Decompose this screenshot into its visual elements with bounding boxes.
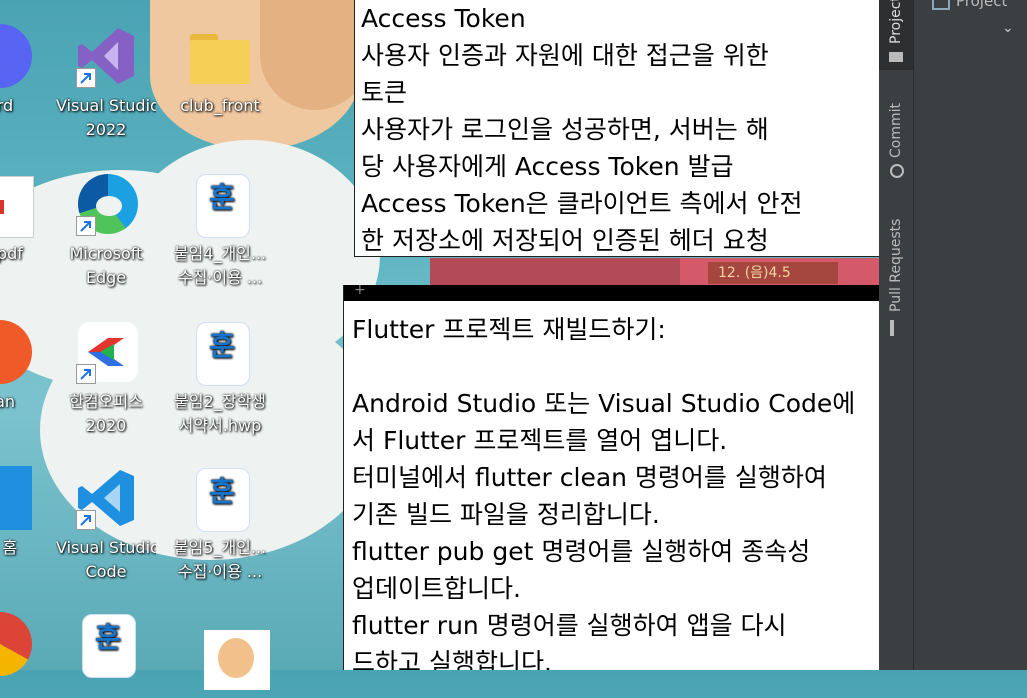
- shortcut-arrow-icon: [76, 364, 96, 384]
- desktop-icon-hwp-bottom[interactable]: 훈: [56, 612, 156, 682]
- tab-commit[interactable]: Commit: [879, 96, 913, 186]
- desktop-icon-hwp-5[interactable]: 훈 붙임5_개인... 수집·이용 ...: [170, 466, 270, 584]
- note-line: 토큰: [361, 78, 408, 107]
- note-title-bar[interactable]: +: [344, 285, 885, 301]
- desktop-icon-label: nan: [0, 392, 16, 411]
- desktop-icon-label: 불.pdf: [0, 244, 23, 263]
- desktop-icon-label-2: 2022: [85, 120, 127, 139]
- note-line: [352, 348, 885, 385]
- desktop-icon-label: club_front: [180, 96, 260, 115]
- tab-commit-label: Commit: [888, 103, 904, 158]
- desktop-icon-visual-studio[interactable]: Visual Studio 2022: [56, 24, 156, 142]
- desktop-icon-label: 붙임2_장학생: [174, 392, 266, 411]
- desktop-icon-hwp-2[interactable]: 훈 붙임2_장학생 서약서.hwp: [170, 320, 270, 438]
- app-icon: [0, 466, 32, 530]
- pull-request-icon: [890, 320, 894, 336]
- desktop-icon-pdf[interactable]: 불.pdf: [0, 172, 50, 266]
- project-icon: [932, 0, 950, 10]
- project-pane: Project ⌄: [914, 0, 1027, 670]
- sticky-note-flutter[interactable]: + Flutter 프로젝트 재빌드하기: Android Studio 또는 …: [343, 285, 885, 670]
- commit-icon: [890, 164, 904, 178]
- discord-icon: [0, 24, 32, 88]
- desktop-icon-label-2: 서약서.hwp: [178, 416, 262, 435]
- tab-pull-requests[interactable]: Pull Requests: [879, 212, 913, 342]
- hwp-icon: 훈: [188, 466, 252, 532]
- note-line: 한 저장소에 저장되어 인증된 헤더 요청: [361, 226, 769, 255]
- chevron-down-icon[interactable]: ⌄: [1002, 20, 1014, 36]
- desktop-icon-label: 붙임4_개인...: [173, 244, 267, 263]
- note-line: 사용자가 로그인을 성공하면, 서버는 해: [361, 115, 769, 144]
- desktop-icon-label: ord: [0, 96, 14, 115]
- wallpaper-badge: 12. (음)4.5: [708, 262, 838, 284]
- pdf-icon: [0, 172, 34, 238]
- note-line: Flutter 프로젝트 재빌드하기:: [352, 315, 666, 344]
- hwp-icon: 훈: [188, 172, 252, 238]
- desktop-icon-label: Visual Studio: [56, 538, 156, 557]
- desktop-icon-edge[interactable]: Microsoft Edge: [56, 172, 156, 290]
- note-line: 기존 빌드 파일을 정리합니다.: [352, 500, 660, 529]
- visual-studio-icon: [74, 24, 138, 88]
- chrome-icon: [0, 612, 32, 676]
- note-line: Access Token: [361, 4, 526, 33]
- note-line: 드하고 실행합니다.: [352, 648, 552, 670]
- desktop-icon-chrome[interactable]: [0, 612, 50, 682]
- desktop-icon-label: 드 홈: [0, 538, 18, 557]
- shortcut-arrow-icon: [76, 216, 96, 236]
- desktop-icon-hwp-4[interactable]: 훈 붙임4_개인... 수집·이용 ...: [170, 172, 270, 290]
- desktop-icon-label-2: Edge: [85, 268, 127, 287]
- desktop-icon-app[interactable]: nan: [0, 320, 50, 414]
- sticky-note-access-token[interactable]: Access Token 사용자 인증과 자원에 대한 접근을 위한 토큰 사용…: [354, 0, 886, 257]
- folder-icon: [889, 52, 903, 62]
- add-note-button[interactable]: +: [354, 285, 366, 298]
- desktop-icon-label: 한컴오피스: [69, 392, 143, 411]
- folder-icon: [188, 24, 252, 88]
- ide-tool-window-strip: Project Commit Pull Requests: [879, 0, 914, 670]
- project-pane-title: Project: [956, 0, 1008, 10]
- note-line: 서 Flutter 프로젝트를 열어 엽니다.: [352, 426, 728, 455]
- desktop-icon-label-2: Code: [85, 562, 127, 581]
- note-line: Access Token은 클라이언트 측에서 안전: [361, 189, 803, 218]
- image-icon: [188, 628, 270, 692]
- desktop-icon-discord[interactable]: ord: [0, 24, 50, 118]
- note-line: 당 사용자에게 Access Token 발급: [361, 152, 734, 181]
- desktop-icon-hancom[interactable]: 한컴오피스 2020: [56, 320, 156, 438]
- note-body[interactable]: Flutter 프로젝트 재빌드하기: Android Studio 또는 Vi…: [344, 301, 885, 670]
- hancom-icon: [74, 320, 138, 384]
- tab-project[interactable]: Project: [879, 0, 913, 70]
- desktop-icon-label: Microsoft: [69, 244, 143, 263]
- hwp-icon: 훈: [188, 320, 252, 386]
- note-line: flutter pub get 명령어를 실행하여 종속성: [352, 537, 811, 566]
- desktop-icon-label: 붙임5_개인...: [173, 538, 267, 557]
- desktop-icon-home[interactable]: 드 홈: [0, 466, 50, 560]
- desktop-icon-vscode[interactable]: Visual Studio Code: [56, 466, 156, 584]
- desktop-icon-label-2: 수집·이용 ...: [177, 268, 263, 287]
- note-line: 터미널에서 flutter clean 명령어를 실행하여: [352, 463, 827, 492]
- vscode-icon: [74, 466, 138, 530]
- desktop-icon-label-2: 2020: [85, 416, 127, 435]
- note-line: 업데이트합니다.: [352, 574, 521, 603]
- note-line: Android Studio 또는 Visual Studio Code에: [352, 389, 856, 418]
- shortcut-arrow-icon: [76, 510, 96, 530]
- desktop-icon-label-2: 수집·이용 ...: [177, 562, 263, 581]
- shortcut-arrow-icon: [76, 68, 96, 88]
- note-line: 사용자 인증과 자원에 대한 접근을 위한: [361, 41, 769, 70]
- note-line: flutter run 명령어를 실행하여 앱을 다시: [352, 611, 787, 640]
- edge-icon: [74, 172, 138, 236]
- desktop-icon-club-front[interactable]: club_front: [170, 24, 270, 118]
- tab-pull-requests-label: Pull Requests: [888, 218, 904, 312]
- desktop-icon-image[interactable]: [170, 628, 270, 698]
- hwp-icon: 훈: [74, 612, 138, 678]
- tab-project-label: Project: [888, 0, 904, 44]
- app-icon: [0, 320, 32, 384]
- desktop-icon-label: Visual Studio: [56, 96, 156, 115]
